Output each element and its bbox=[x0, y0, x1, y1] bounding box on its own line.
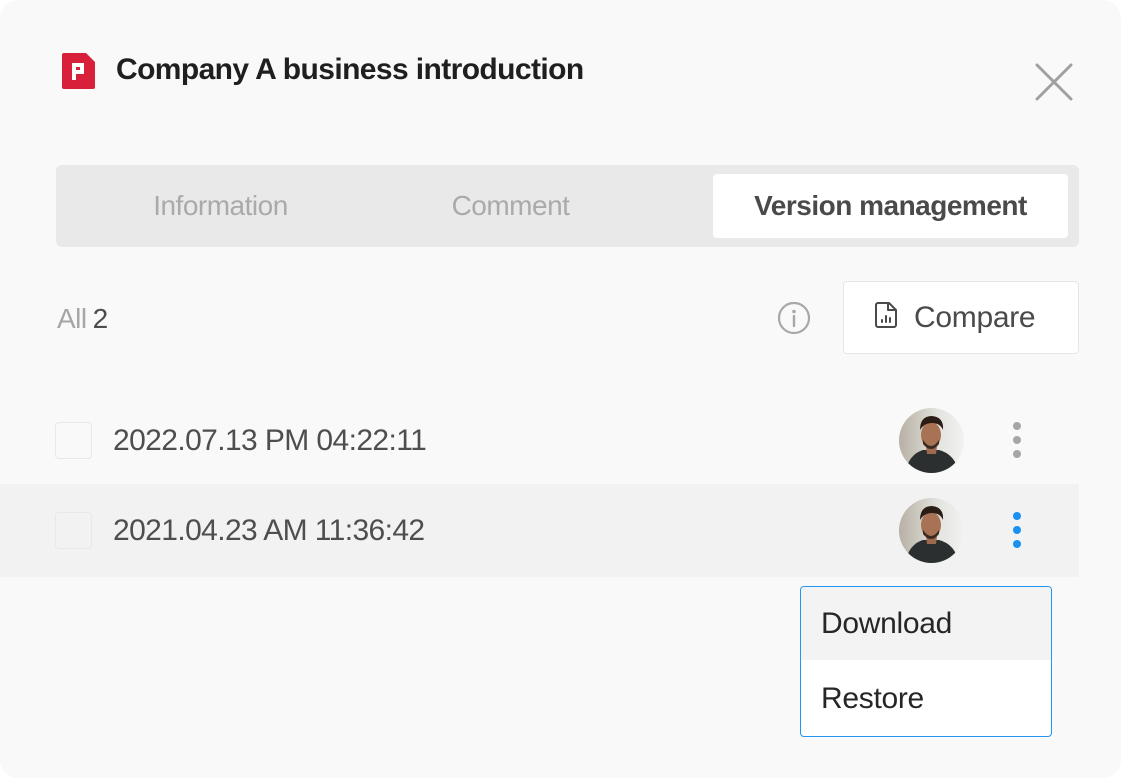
count-value: 2 bbox=[92, 303, 109, 334]
version-timestamp: 2021.04.23 AM 11:36:42 bbox=[113, 514, 425, 547]
presentation-file-icon bbox=[62, 53, 95, 89]
version-panel: Company A business introduction Informat… bbox=[0, 0, 1121, 778]
user-avatar bbox=[899, 408, 964, 473]
version-context-menu: Download Restore bbox=[800, 586, 1052, 737]
version-row[interactable]: 2022.07.13 PM 04:22:11 bbox=[0, 394, 1079, 487]
close-icon bbox=[1035, 63, 1073, 101]
version-timestamp: 2022.07.13 PM 04:22:11 bbox=[113, 424, 427, 457]
tab-information[interactable]: Information bbox=[78, 174, 363, 238]
tab-version-management[interactable]: Version management bbox=[713, 174, 1068, 238]
menu-item-download[interactable]: Download bbox=[801, 587, 1051, 660]
tab-bar: Information Comment Version management bbox=[56, 165, 1079, 247]
kebab-dot bbox=[1013, 540, 1021, 548]
version-row[interactable]: 2021.04.23 AM 11:36:42 bbox=[0, 484, 1079, 577]
tab-comment[interactable]: Comment bbox=[368, 174, 653, 238]
version-checkbox[interactable] bbox=[55, 512, 92, 549]
document-title: Company A business introduction bbox=[116, 53, 584, 86]
compare-label: Compare bbox=[914, 301, 1036, 334]
version-count: All 2 bbox=[57, 300, 108, 338]
more-options-button[interactable] bbox=[1002, 420, 1032, 462]
version-checkbox[interactable] bbox=[55, 422, 92, 459]
close-button[interactable] bbox=[1034, 62, 1074, 102]
count-label: All bbox=[57, 303, 87, 334]
kebab-dot bbox=[1013, 422, 1021, 430]
info-icon[interactable] bbox=[777, 301, 811, 335]
menu-item-restore[interactable]: Restore bbox=[801, 662, 1051, 735]
more-options-button[interactable] bbox=[1002, 510, 1032, 552]
kebab-dot bbox=[1013, 450, 1021, 458]
kebab-dot bbox=[1013, 526, 1021, 534]
kebab-dot bbox=[1013, 436, 1021, 444]
file-chart-icon bbox=[874, 301, 898, 329]
user-avatar bbox=[899, 498, 964, 563]
compare-button[interactable]: Compare bbox=[843, 281, 1079, 354]
kebab-dot bbox=[1013, 512, 1021, 520]
